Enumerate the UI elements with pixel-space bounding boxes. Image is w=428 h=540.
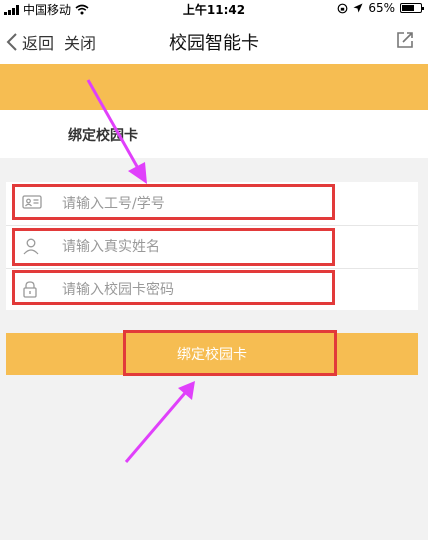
- battery-icon: [400, 3, 424, 13]
- arrow-up: [124, 381, 195, 463]
- share-icon: [397, 32, 413, 48]
- status-bar: 中国移动 上午11:42 65%: [0, 0, 428, 18]
- form-row-id: [6, 182, 418, 224]
- user-icon: [23, 238, 39, 255]
- navigation-bar: 返回 关闭 校园智能卡: [0, 18, 428, 64]
- location-icon: [353, 3, 363, 13]
- tab-bar: 绑定校园卡: [0, 110, 428, 158]
- tab-bind-card[interactable]: 绑定校园卡: [68, 125, 138, 145]
- status-bar-right: 65%: [337, 1, 424, 15]
- back-label: 返回: [22, 34, 55, 53]
- bind-card-button[interactable]: 绑定校园卡: [6, 333, 418, 375]
- real-name-input[interactable]: [60, 233, 384, 261]
- form-row-password: [6, 268, 418, 310]
- student-id-input[interactable]: [60, 190, 384, 218]
- id-card-icon: [22, 195, 42, 209]
- lock-icon: [23, 281, 37, 298]
- card-password-input[interactable]: [60, 276, 384, 304]
- bind-card-form: [6, 182, 418, 310]
- chevron-left-icon: [6, 33, 17, 51]
- form-row-name: [6, 225, 418, 267]
- share-button[interactable]: [396, 31, 414, 53]
- close-button[interactable]: 关闭: [64, 30, 96, 54]
- battery-percent: 65%: [368, 1, 395, 15]
- rotation-lock-icon: [337, 3, 348, 13]
- header-banner: [0, 64, 428, 110]
- back-button[interactable]: 返回: [6, 30, 54, 54]
